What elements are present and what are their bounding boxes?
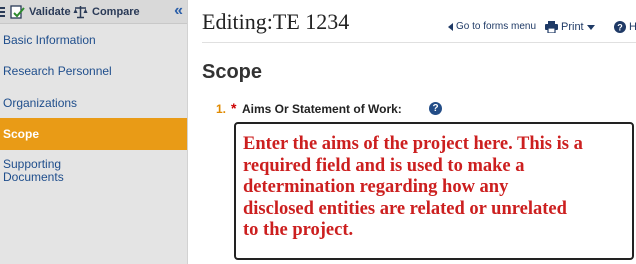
caret-down-icon [586,24,595,30]
aims-text: Enter the aims of the project here. This… [243,134,583,240]
header-divider [202,42,636,43]
compare-label: Compare [92,6,140,18]
print-label: Print [561,21,584,33]
svg-text:?: ? [617,23,623,33]
go-to-forms-label: Go to forms menu [456,21,537,32]
sidebar: Validate Compare « Basic Information Res… [0,0,188,264]
printer-icon [545,21,558,33]
sidebar-item-scope[interactable]: Scope [0,118,187,150]
validate-icon [10,4,25,20]
scale-icon [73,5,88,19]
help-circle-icon: ? [614,21,626,33]
page-title: Editing:TE 1234 [202,9,350,34]
sidebar-item-research-personnel[interactable]: Research Personnel [0,62,187,80]
question-help-icon[interactable]: ? [429,102,442,115]
sidebar-toolbar: Validate Compare « [0,0,187,24]
compare-button[interactable]: Compare [73,3,140,21]
required-marker: * [231,100,237,116]
question-label: Aims Or Statement of Work: [242,102,402,116]
validate-label: Validate [29,6,71,18]
sidebar-item-organizations[interactable]: Organizations [0,94,187,112]
collapse-sidebar-icon[interactable]: « [174,2,183,20]
menu-icon[interactable] [0,3,6,21]
print-button[interactable]: Print [545,21,595,33]
go-to-forms-link[interactable]: Go to forms menu [448,21,536,32]
sidebar-item-basic-information[interactable]: Basic Information [0,31,187,49]
validate-button[interactable]: Validate [10,3,71,21]
caret-left-icon [448,22,453,31]
help-label: H [629,21,636,33]
aims-textarea[interactable]: Enter the aims of the project here. This… [234,122,634,260]
help-button[interactable]: ? H [614,21,636,33]
sidebar-item-supporting-documents[interactable]: Supporting Documents [0,158,187,186]
question-number: 1. [216,102,227,116]
section-title: Scope [202,61,263,83]
